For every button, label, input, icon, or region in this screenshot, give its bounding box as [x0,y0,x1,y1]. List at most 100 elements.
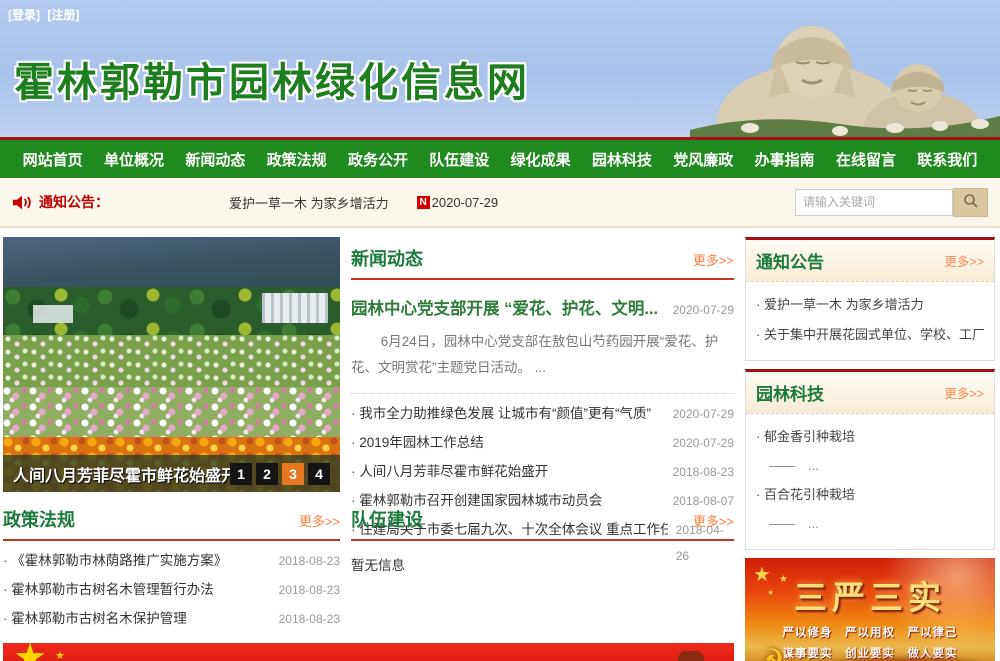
search-area [795,188,988,217]
carousel-photo-hills [3,237,340,287]
party-emblem-icon: ☭ [755,642,785,661]
featured-news: 园林中心党支部开展 “爱花、护花、文明... 2020-07-29 [351,295,734,319]
notices-more-link[interactable]: 更多>> [944,251,984,270]
garden-tech-panel-body: 郁金香引种栽培 —— ... 百合花引种栽培 —— ... [746,414,994,549]
carousel-page-3-active[interactable]: 3 [282,463,304,485]
news-section-header: 新闻动态 更多>> [351,245,734,280]
site-header: [登录] [注册] 霍林郭勒市园林绿化信息网 [0,0,1000,137]
garden-tech-panel-title: 园林科技 [756,380,824,405]
carousel-caption-link[interactable]: 人间八月芳菲尽霍市鲜花始盛开 [13,462,230,486]
carousel-photo-meadow [3,335,340,387]
carousel-page-4[interactable]: 4 [308,463,330,485]
star-icon: ★ [767,588,774,597]
page-title: 霍林郭勒市园林绿化信息网 [14,50,530,108]
speaker-icon [12,194,31,211]
team-section-title: 队伍建设 [351,506,423,532]
search-button[interactable] [953,188,988,217]
news-item-link[interactable]: 我市全力助推绿色发展 让城市有“颜值”更有“气质” [351,399,651,428]
news-section-title: 新闻动态 [351,245,423,271]
notices-panel-header: 通知公告 更多>> [746,240,994,282]
carousel-photo-building [262,293,328,323]
news-item-link[interactable]: 人间八月芳菲尽霍市鲜花始盛开 [351,457,548,486]
nav-item-garden-tech[interactable]: 园林科技 [592,149,652,170]
policy-item-link[interactable]: 霍林郭勒市古树名木保护管理 [3,604,187,633]
star-icon: ★ [779,574,788,585]
login-link[interactable]: [登录] [8,8,40,22]
carousel-page-1[interactable]: 1 [230,463,252,485]
list-item: 霍林郭勒市古树名木保护管理 2018-08-23 [3,604,340,633]
news-section: 新闻动态 更多>> 园林中心党支部开展 “爱花、护花、文明... 2020-07… [351,245,734,492]
policies-section: 政策法规 更多>> 《霍林郭勒市林荫路推广实施方案》 2018-08-23 霍林… [3,506,340,633]
search-icon [963,193,979,212]
star-icon: ★ [13,643,47,661]
notice-label: 通知公告： [39,192,109,212]
garden-tech-panel-header: 园林科技 更多>> [746,372,994,414]
search-input[interactable] [795,189,953,216]
tech-item-link[interactable]: 百合花引种栽培 [756,480,984,510]
garden-tech-more-link[interactable]: 更多>> [944,383,984,402]
carousel-caption-bar: 人间八月芳菲尽霍市鲜花始盛开 1 2 3 4 [3,455,340,492]
list-item: 霍林郭勒市古树名木管理暂行办法 2018-08-23 [3,575,340,604]
star-icon: ★ [55,649,65,661]
team-building-section: 队伍建设 更多>> 暂无信息 [351,506,734,633]
nav-item-policies[interactable]: 政策法规 [267,149,327,170]
register-link[interactable]: [注册] [47,8,79,22]
carousel-page-2[interactable]: 2 [256,463,278,485]
notices-panel-title: 通知公告 [756,248,824,273]
featured-news-date: 2020-07-29 [673,303,734,317]
list-item: 《霍林郭勒市林荫路推广实施方案》 2018-08-23 [3,546,340,575]
policies-section-title: 政策法规 [3,506,75,532]
main-content: 人间八月芳菲尽霍市鲜花始盛开 1 2 3 4 新闻动态 更多>> 园林中心党支部… [0,228,1000,661]
team-section-header: 队伍建设 更多>> [351,506,734,541]
notice-item-link[interactable]: 关于集中开展花园式单位、学校、工厂... [756,320,984,350]
news-item-date: 2018-08-23 [665,460,734,486]
notice-date: 2020-07-29 [432,195,499,210]
nav-item-team-building[interactable]: 队伍建设 [429,149,489,170]
list-item: 2019年园林工作总结 2020-07-29 [351,428,734,457]
nav-item-greening-results[interactable]: 绿化成果 [511,149,571,170]
news-item-link[interactable]: 2019年园林工作总结 [351,428,484,457]
right-sidebar: 通知公告 更多>> 爱护一草一木 为家乡增活力 关于集中开展花园式单位、学校、工… [745,237,995,661]
carousel-photo-building [33,305,73,323]
news-more-link[interactable]: 更多>> [693,250,734,269]
featured-news-link[interactable]: 园林中心党支部开展 “爱花、护花、文明... [351,295,665,319]
auth-links: [登录] [注册] [8,6,83,23]
three-stricts-poster-banner[interactable]: ★ ★ ★ 三严三实 严以修身 严以用权 严以律己 谋事要实 创业要实 做人要实… [745,558,995,661]
policy-item-date: 2018-08-23 [271,578,340,604]
notice-marquee-link[interactable]: 爱护一草一木 为家乡增活力 [229,193,389,212]
statue-silhouette [678,651,704,661]
nav-item-service-guide[interactable]: 办事指南 [755,149,815,170]
nav-item-news[interactable]: 新闻动态 [185,149,245,170]
genghis-khan-statues-image [690,0,1000,142]
policies-section-header: 政策法规 更多>> [3,506,340,541]
policies-more-link[interactable]: 更多>> [299,511,340,530]
notices-panel-body: 爱护一草一木 为家乡增活力 关于集中开展花园式单位、学校、工厂... [746,282,994,360]
policy-item-link[interactable]: 霍林郭勒市古树名木管理暂行办法 [3,575,214,604]
nav-item-about[interactable]: 单位概况 [104,149,164,170]
tech-item-sub: —— ... [756,452,984,481]
carousel-pager: 1 2 3 4 [230,463,330,485]
nav-item-contact[interactable]: 联系我们 [917,149,977,170]
notices-panel: 通知公告 更多>> 爱护一草一木 为家乡增活力 关于集中开展花园式单位、学校、工… [745,237,995,361]
nav-item-home[interactable]: 网站首页 [23,149,83,170]
featured-news-summary: 6月24日，园林中心党支部在敖包山芍药园开展“爱花、护花、文明赏花”主题党日活动… [351,329,734,394]
policies-list: 《霍林郭勒市林荫路推广实施方案》 2018-08-23 霍林郭勒市古树名木管理暂… [3,546,340,633]
policy-item-date: 2018-08-23 [271,549,340,575]
nav-item-gov-affairs[interactable]: 政务公开 [348,149,408,170]
list-item: 我市全力助推绿色发展 让城市有“颜值”更有“气质” 2020-07-29 [351,399,734,428]
main-navigation: 网站首页 单位概况 新闻动态 政策法规 政务公开 队伍建设 绿化成果 园林科技 … [0,137,1000,178]
photo-carousel[interactable]: 人间八月芳菲尽霍市鲜花始盛开 1 2 3 4 [3,237,340,492]
carousel-photo-trees [3,287,340,335]
policy-item-date: 2018-08-23 [271,607,340,633]
team-more-link[interactable]: 更多>> [693,511,734,530]
policy-item-link[interactable]: 《霍林郭勒市林荫路推广实施方案》 [3,546,227,575]
carousel-photo-pink-flowers [3,387,340,437]
notice-bar: 通知公告： 爱护一草一木 为家乡增活力 N 2020-07-29 [0,178,1000,228]
notice-item-link[interactable]: 爱护一草一木 为家乡增活力 [756,290,984,320]
nav-item-party-conduct[interactable]: 党风廉政 [673,149,733,170]
red-propaganda-banner[interactable]: ★ ★ ★ ★ ★ [3,643,734,661]
garden-tech-panel: 园林科技 更多>> 郁金香引种栽培 —— ... 百合花引种栽培 —— ... [745,369,995,550]
news-item-date: 2020-07-29 [665,402,734,428]
nav-item-online-message[interactable]: 在线留言 [836,149,896,170]
tech-item-link[interactable]: 郁金香引种栽培 [756,422,984,452]
